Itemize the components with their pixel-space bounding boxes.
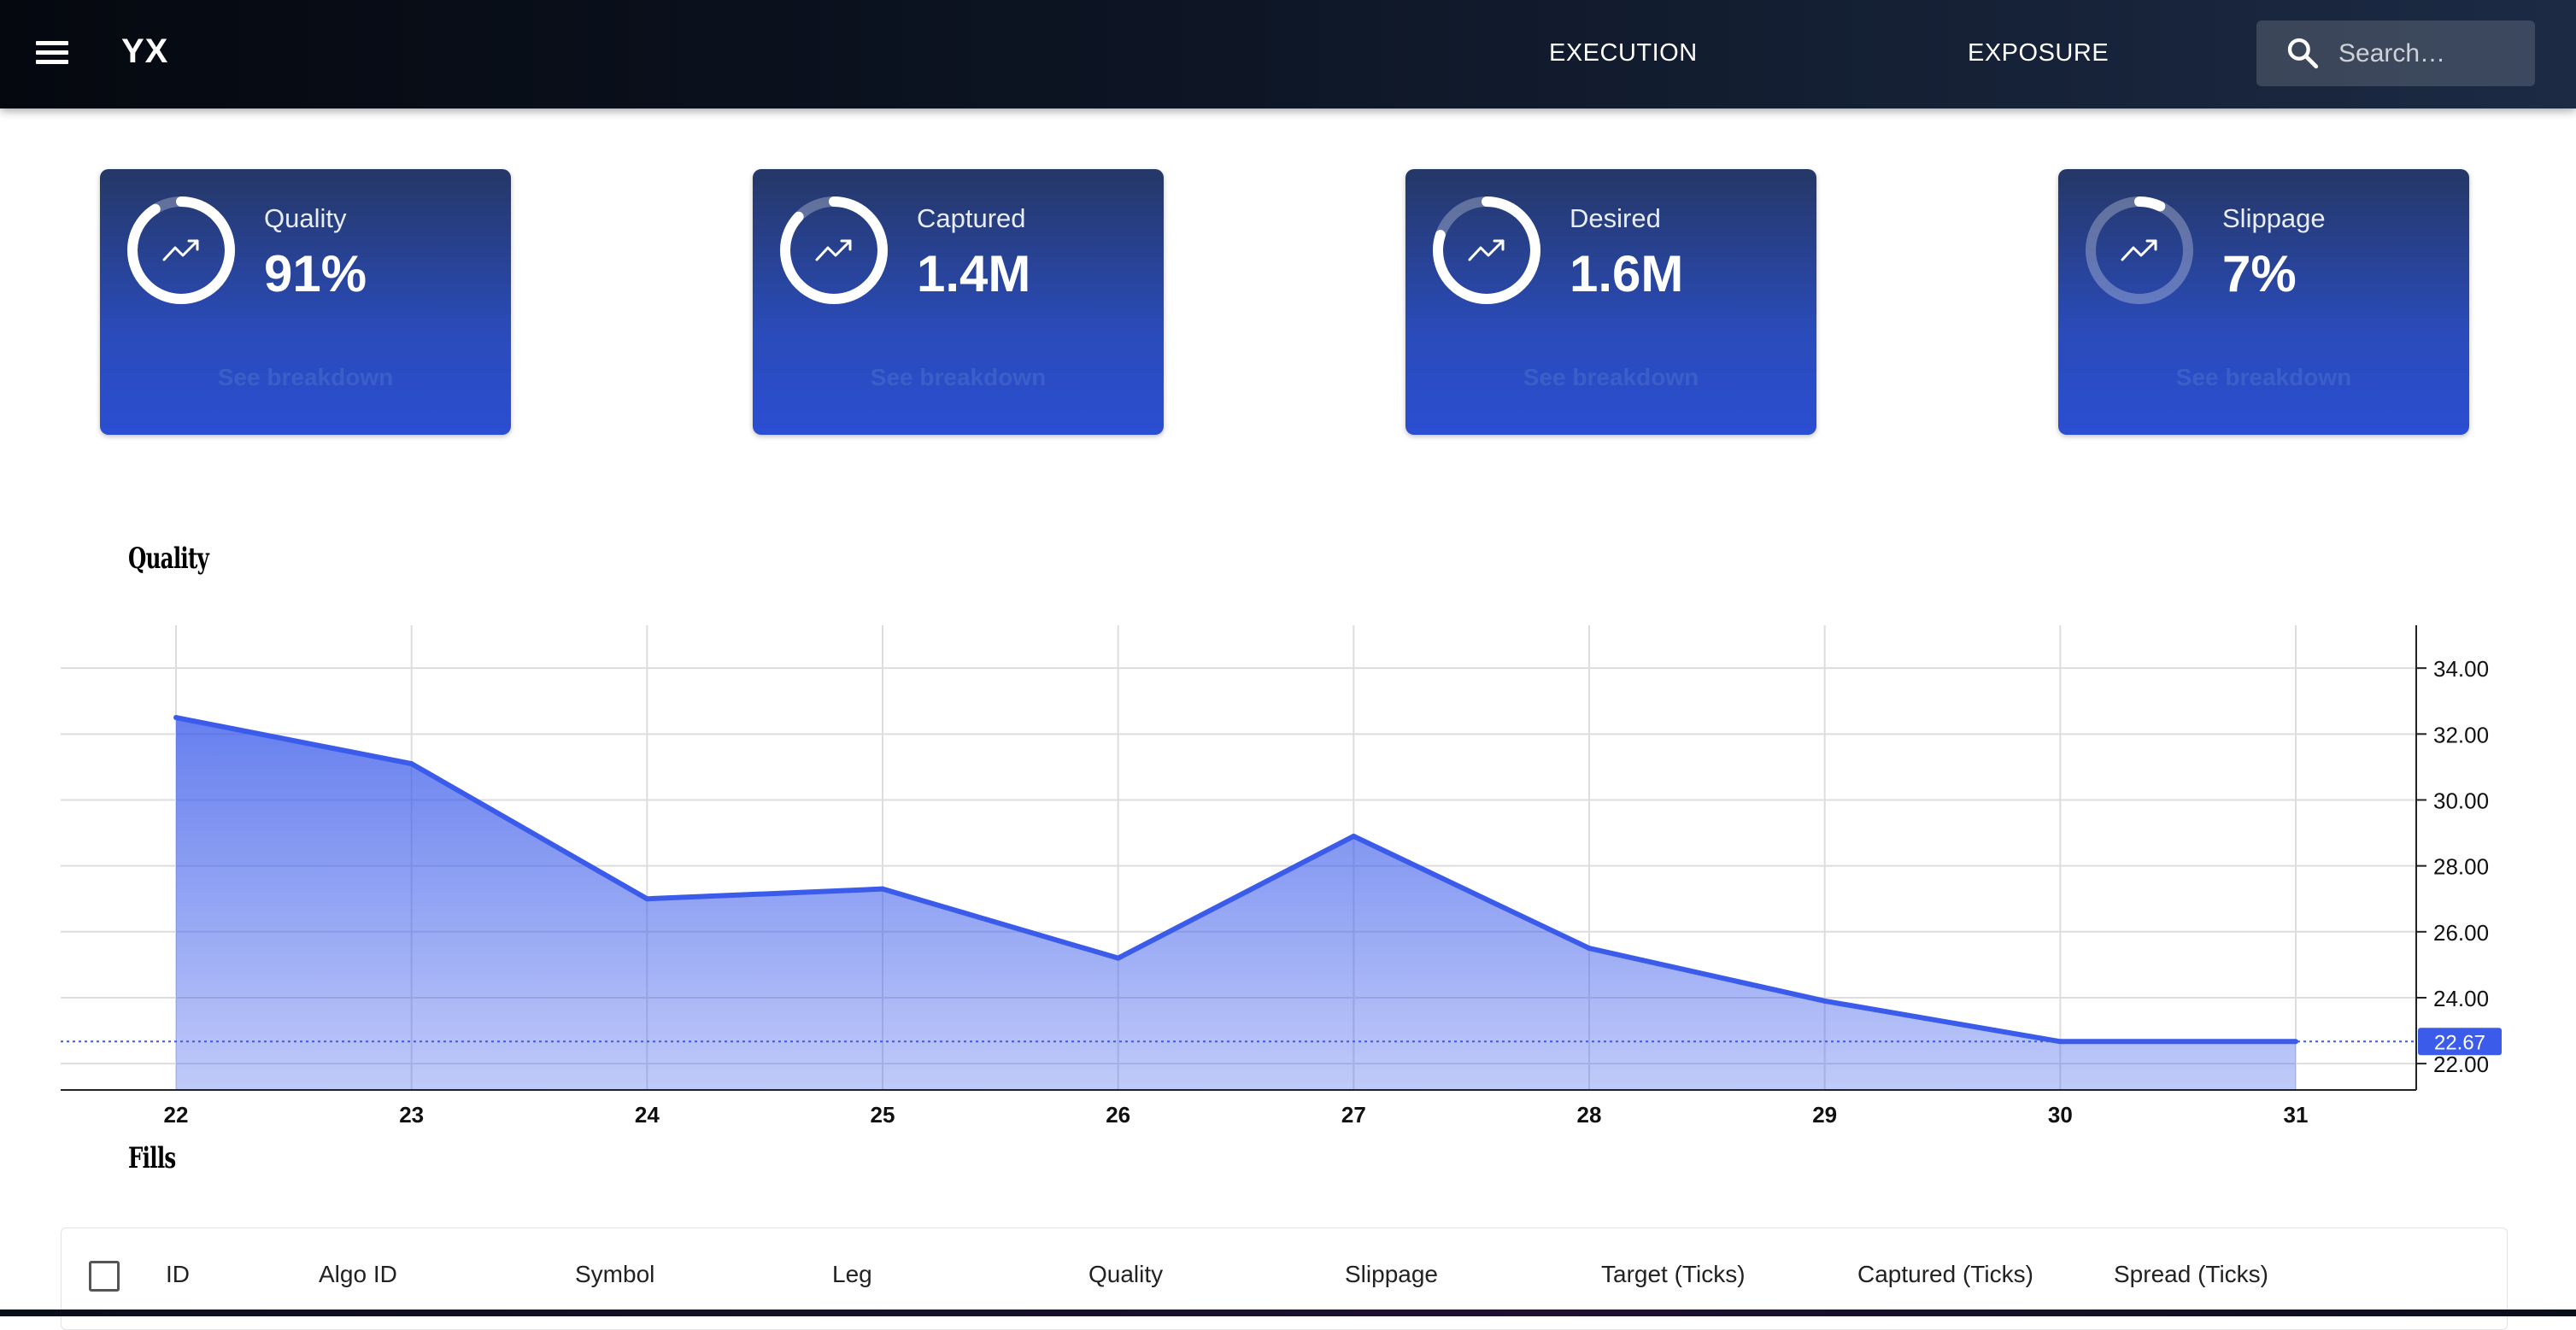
trending-up-icon bbox=[162, 239, 199, 261]
kpi-value: 91% bbox=[264, 245, 367, 302]
kpi-label: Captured bbox=[917, 203, 1026, 233]
x-tick-label: 24 bbox=[635, 1102, 660, 1128]
nav-execution[interactable]: EXECUTION bbox=[1549, 39, 1698, 67]
see-breakdown-link[interactable]: See breakdown bbox=[100, 364, 511, 391]
data-point bbox=[1587, 946, 1592, 952]
y-tick-label: 26.00 bbox=[2433, 920, 2489, 946]
select-all-checkbox[interactable] bbox=[89, 1261, 120, 1292]
last-value-label: 22.67 bbox=[2434, 1031, 2485, 1054]
kpi-value: 7% bbox=[2222, 245, 2297, 302]
quality-chart[interactable]: 34.00 32.00 30.00 28.00 26.00 24.00 22.00 22 23 2… bbox=[0, 615, 2576, 1128]
progress-ring bbox=[2086, 196, 2193, 304]
column-header-symbol[interactable]: Symbol bbox=[575, 1261, 654, 1288]
top-app-bar: YX EXECUTION EXPOSURE bbox=[0, 0, 2576, 108]
data-point bbox=[880, 886, 885, 892]
ring-progress bbox=[780, 196, 888, 304]
ring-track bbox=[2086, 196, 2193, 304]
x-tick-label: 25 bbox=[871, 1102, 895, 1128]
kpi-label: Quality bbox=[264, 203, 347, 233]
search-input[interactable] bbox=[2338, 21, 2526, 86]
search-icon bbox=[2287, 38, 2319, 69]
column-header-spread-ticks[interactable]: Spread (Ticks) bbox=[2114, 1261, 2268, 1288]
y-tick-label: 28.00 bbox=[2433, 854, 2489, 880]
y-tick-label: 34.00 bbox=[2433, 656, 2489, 682]
bottom-edge bbox=[0, 1309, 2576, 1316]
kpi-card-desired: Desired 1.6M See breakdown bbox=[1405, 169, 1816, 435]
progress-ring bbox=[1433, 196, 1540, 304]
progress-ring bbox=[780, 196, 888, 304]
y-tick-label: 24.00 bbox=[2433, 986, 2489, 1011]
trending-up-icon bbox=[2121, 239, 2157, 261]
search-box[interactable] bbox=[2256, 21, 2535, 86]
progress-ring bbox=[127, 196, 235, 304]
data-point bbox=[408, 761, 414, 767]
data-point bbox=[173, 715, 179, 721]
data-point bbox=[1351, 833, 1357, 839]
kpi-value: 1.4M bbox=[917, 245, 1031, 302]
data-point bbox=[1822, 998, 1828, 1004]
kpi-card-quality: Quality 91% See breakdown bbox=[100, 169, 511, 435]
x-tick-label: 31 bbox=[2284, 1102, 2309, 1128]
ring-progress bbox=[127, 196, 235, 304]
kpi-label: Desired bbox=[1570, 203, 1661, 233]
see-breakdown-link[interactable]: See breakdown bbox=[2058, 364, 2469, 391]
app-brand[interactable]: YX bbox=[121, 32, 168, 71]
area-fill bbox=[176, 718, 2296, 1090]
trending-up-icon bbox=[815, 239, 852, 261]
column-header-quality[interactable]: Quality bbox=[1088, 1261, 1163, 1288]
column-header-id[interactable]: ID bbox=[166, 1261, 190, 1288]
x-tick-label: 23 bbox=[399, 1102, 424, 1128]
see-breakdown-link[interactable]: See breakdown bbox=[753, 364, 1164, 391]
column-header-target-ticks[interactable]: Target (Ticks) bbox=[1601, 1261, 1746, 1288]
menu-icon[interactable] bbox=[34, 38, 70, 68]
kpi-card-captured: Captured 1.4M See breakdown bbox=[753, 169, 1164, 435]
data-point bbox=[644, 896, 650, 902]
column-header-algo-id[interactable]: Algo ID bbox=[319, 1261, 397, 1288]
data-point bbox=[1115, 955, 1121, 961]
column-header-captured-ticks[interactable]: Captured (Ticks) bbox=[1857, 1261, 2033, 1288]
x-tick-label: 29 bbox=[1812, 1102, 1837, 1128]
column-header-leg[interactable]: Leg bbox=[832, 1261, 872, 1288]
kpi-card-slippage: Slippage 7% See breakdown bbox=[2058, 169, 2469, 435]
nav-exposure[interactable]: EXPOSURE bbox=[1968, 39, 2109, 67]
y-tick-label: 30.00 bbox=[2433, 788, 2489, 813]
x-tick-label: 28 bbox=[1577, 1102, 1602, 1128]
x-tick-label: 27 bbox=[1341, 1102, 1366, 1128]
x-tick-label: 30 bbox=[2048, 1102, 2073, 1128]
quality-chart-title: Quality bbox=[128, 542, 209, 576]
x-tick-label: 22 bbox=[164, 1102, 189, 1128]
x-tick-label: 26 bbox=[1106, 1102, 1130, 1128]
fills-title: Fills bbox=[128, 1141, 176, 1175]
kpi-value: 1.6M bbox=[1570, 245, 1684, 302]
y-tick-label: 32.00 bbox=[2433, 722, 2489, 747]
see-breakdown-link[interactable]: See breakdown bbox=[1405, 364, 1816, 391]
column-header-slippage[interactable]: Slippage bbox=[1345, 1261, 1438, 1288]
kpi-label: Slippage bbox=[2222, 203, 2326, 233]
y-tick-label: 22.00 bbox=[2433, 1052, 2489, 1077]
trending-up-icon bbox=[1468, 239, 1505, 261]
